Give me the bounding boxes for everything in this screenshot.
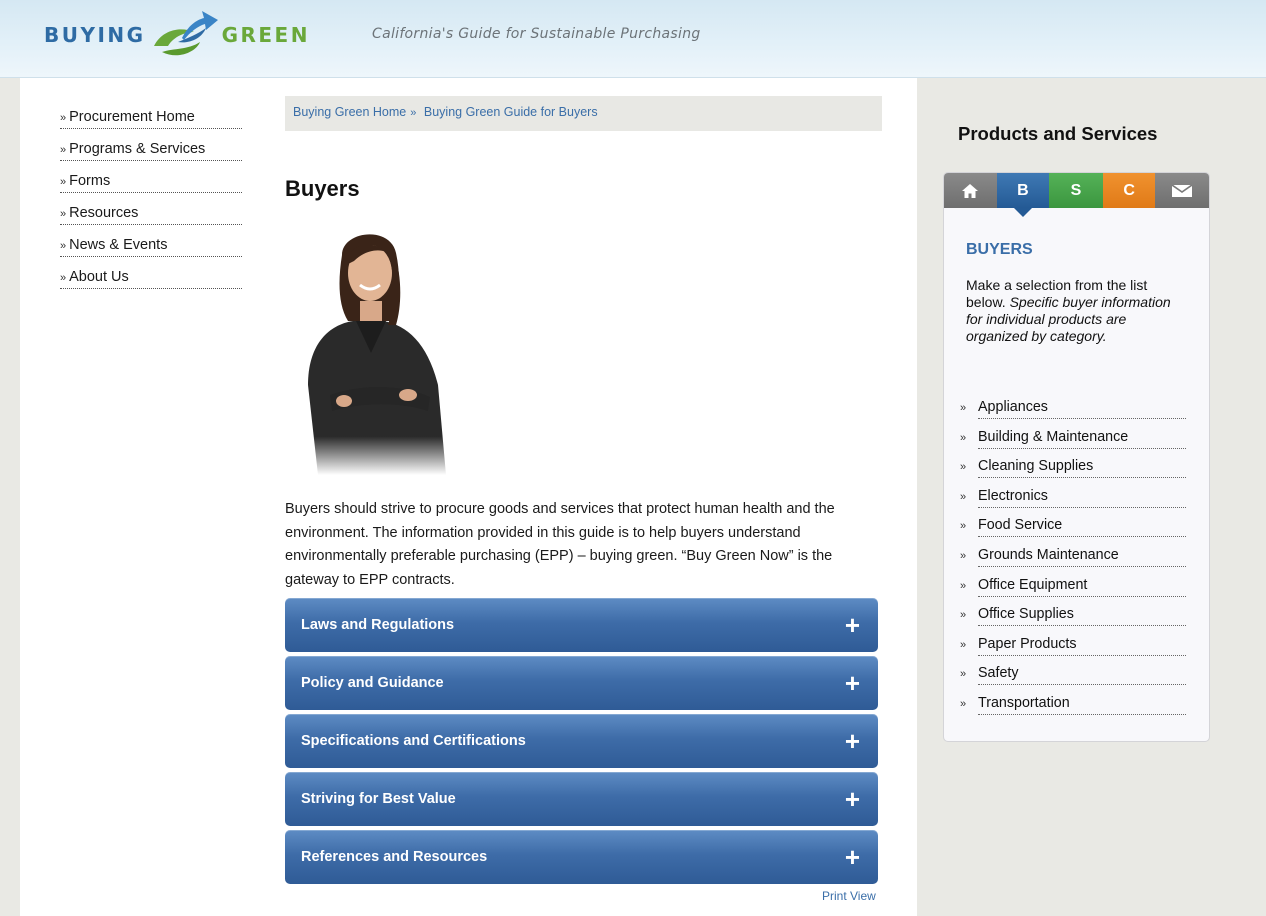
nav-item-label: Resources xyxy=(69,205,139,221)
accordion: Laws and Regulations + Policy and Guidan… xyxy=(285,598,878,888)
nav-marker: » xyxy=(60,208,67,220)
tab-home[interactable] xyxy=(944,173,997,208)
leaf-arrow-logo-icon xyxy=(153,11,218,56)
list-marker: » xyxy=(960,461,967,474)
nav-item-label: Procurement Home xyxy=(69,109,195,125)
category-food-service[interactable]: » Food Service xyxy=(960,517,1186,547)
category-label: Office Equipment xyxy=(978,577,1186,597)
nav-item-about-us[interactable]: » About Us xyxy=(60,267,242,299)
site-logo[interactable]: BUYING GREEN xyxy=(44,10,310,60)
nav-item-label: About Us xyxy=(69,269,129,285)
breadcrumb: Buying Green Home » Buying Green Guide fo… xyxy=(285,96,882,131)
nav-marker: » xyxy=(60,112,67,124)
category-transportation[interactable]: » Transportation xyxy=(960,695,1186,725)
page-title: Buyers xyxy=(285,176,360,201)
plus-icon[interactable]: + xyxy=(845,844,860,870)
breadcrumb-separator: » xyxy=(410,107,417,119)
nav-item-label: Forms xyxy=(69,173,111,189)
plus-icon[interactable]: + xyxy=(845,728,860,754)
left-navigation: » Procurement Home » Programs & Services »… xyxy=(60,107,242,299)
panel-description: Make a selection from the list below. Sp… xyxy=(966,277,1181,345)
tab-buyers[interactable]: B xyxy=(996,173,1050,217)
category-paper-products[interactable]: » Paper Products xyxy=(960,636,1186,666)
site-tagline: California's Guide for Sustainable Purch… xyxy=(372,26,701,42)
tab-c[interactable]: C xyxy=(1102,173,1156,208)
accordion-laws-regulations[interactable]: Laws and Regulations + xyxy=(285,598,878,652)
tab-label: C xyxy=(1123,181,1135,199)
list-marker: » xyxy=(960,490,967,503)
accordion-specifications-certifications[interactable]: Specifications and Certifications + xyxy=(285,714,878,768)
list-marker: » xyxy=(960,638,967,651)
nav-item-news-events[interactable]: » News & Events xyxy=(60,235,242,267)
nav-item-label: Programs & Services xyxy=(69,141,206,157)
accordion-label: Specifications and Certifications xyxy=(301,733,526,749)
accordion-label: References and Resources xyxy=(301,849,488,865)
list-marker: » xyxy=(960,668,967,681)
accordion-label: Laws and Regulations xyxy=(301,617,455,633)
category-grounds-maintenance[interactable]: » Grounds Maintenance xyxy=(960,547,1186,577)
nav-marker: » xyxy=(60,272,67,284)
list-marker: » xyxy=(960,431,967,444)
list-marker: » xyxy=(960,549,967,562)
plus-icon[interactable]: + xyxy=(845,786,860,812)
panel-heading: BUYERS xyxy=(966,241,1033,258)
nav-item-forms[interactable]: » Forms xyxy=(60,171,242,203)
category-tabs: B S C xyxy=(944,173,1209,217)
accordion-best-value[interactable]: Striving for Best Value + xyxy=(285,772,878,826)
nav-item-procurement-home[interactable]: » Procurement Home xyxy=(60,107,242,139)
products-services-title: Products and Services xyxy=(958,123,1158,144)
home-icon xyxy=(962,183,979,198)
list-marker: » xyxy=(960,697,967,710)
plus-icon[interactable]: + xyxy=(845,612,860,638)
accordion-policy-guidance[interactable]: Policy and Guidance + xyxy=(285,656,878,710)
buyer-photo xyxy=(308,234,446,475)
category-label: Appliances xyxy=(978,399,1186,419)
accordion-label: Striving for Best Value xyxy=(301,791,456,807)
category-label: Food Service xyxy=(978,517,1186,538)
logo-text-buying: BUYING xyxy=(44,23,146,47)
nav-item-label: News & Events xyxy=(69,237,168,253)
intro-paragraph: Buyers should strive to procure goods an… xyxy=(285,501,835,588)
nav-item-resources[interactable]: » Resources xyxy=(60,203,242,235)
breadcrumb-link-home[interactable]: Buying Green Home xyxy=(293,105,406,119)
category-cleaning-supplies[interactable]: » Cleaning Supplies xyxy=(960,458,1186,488)
list-marker: » xyxy=(960,609,967,622)
tab-s[interactable]: S xyxy=(1049,173,1103,208)
category-label: Cleaning Supplies xyxy=(978,458,1186,479)
category-appliances[interactable]: » Appliances xyxy=(960,399,1186,429)
nav-marker: » xyxy=(60,240,67,252)
list-marker: » xyxy=(960,402,967,414)
category-building-maintenance[interactable]: » Building & Maintenance xyxy=(960,429,1186,459)
category-label: Building & Maintenance xyxy=(978,429,1186,449)
print-view-link[interactable]: Print View xyxy=(822,889,876,903)
plus-icon[interactable]: + xyxy=(845,670,860,696)
category-label: Grounds Maintenance xyxy=(978,547,1186,567)
breadcrumb-link-guide[interactable]: Buying Green Guide for Buyers xyxy=(424,105,598,119)
category-label: Office Supplies xyxy=(978,606,1186,627)
mail-icon xyxy=(1172,184,1193,197)
tab-label: B xyxy=(1017,181,1029,199)
category-list: » Appliances » Building & Maintenance » Cle… xyxy=(960,399,1186,725)
site-header: BUYING GREEN California's Guide for Sust… xyxy=(0,0,1266,78)
accordion-label: Policy and Guidance xyxy=(301,675,444,691)
category-label: Paper Products xyxy=(978,636,1186,656)
category-office-equipment[interactable]: » Office Equipment xyxy=(960,577,1186,607)
products-services-panel: B S C BUYERS Make a selection from the l… xyxy=(943,172,1210,742)
tab-contact[interactable] xyxy=(1155,173,1209,208)
category-label: Safety xyxy=(978,665,1186,686)
nav-marker: » xyxy=(60,144,67,156)
list-marker: » xyxy=(960,520,967,533)
logo-text-green: GREEN xyxy=(221,23,310,47)
category-safety[interactable]: » Safety xyxy=(960,665,1186,695)
category-label: Transportation xyxy=(978,695,1186,715)
category-electronics[interactable]: » Electronics xyxy=(960,488,1186,518)
nav-item-programs-services[interactable]: » Programs & Services xyxy=(60,139,242,171)
nav-marker: » xyxy=(60,176,67,188)
list-marker: » xyxy=(960,579,967,592)
accordion-references-resources[interactable]: References and Resources + xyxy=(285,830,878,884)
tab-label: S xyxy=(1070,181,1082,199)
category-label: Electronics xyxy=(978,488,1186,508)
category-office-supplies[interactable]: » Office Supplies xyxy=(960,606,1186,636)
